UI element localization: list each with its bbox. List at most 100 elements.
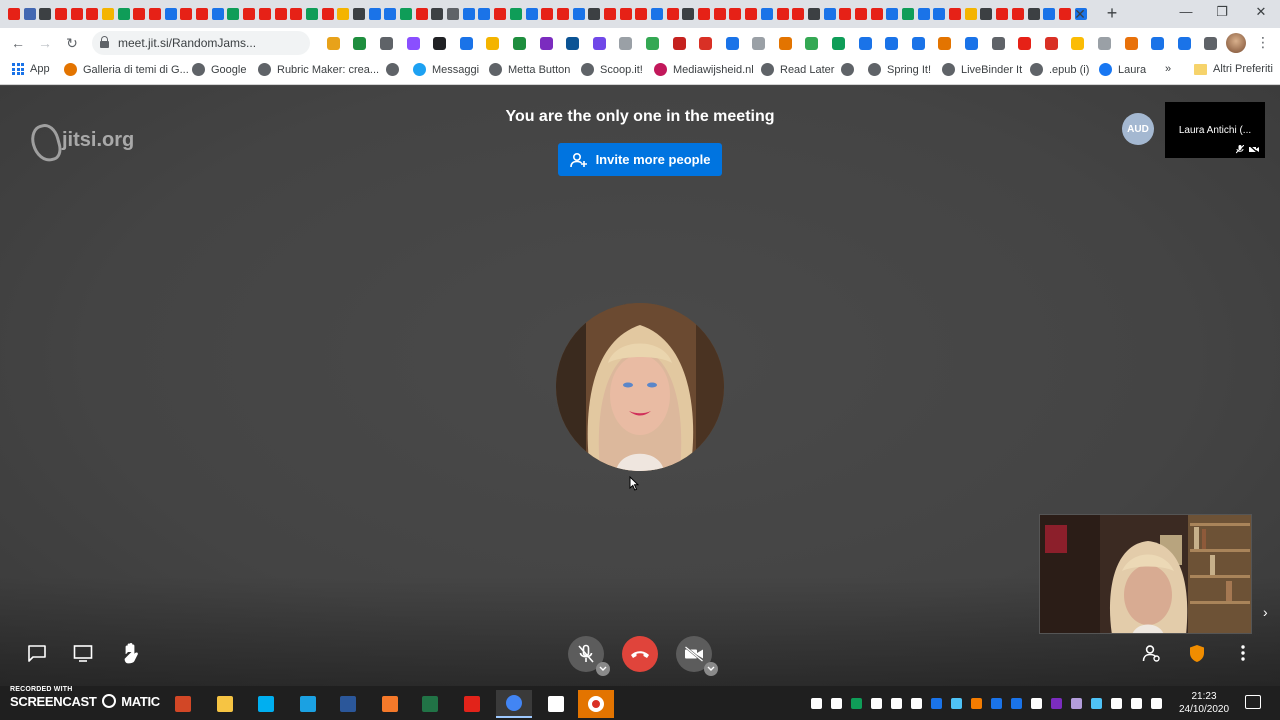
tray-icon[interactable] [1106, 695, 1126, 711]
excel-icon[interactable] [412, 690, 448, 718]
raise-hand-button[interactable] [116, 638, 146, 668]
bookmark-item[interactable]: Mediawijsheid.nl [654, 63, 754, 76]
extension-icon[interactable] [719, 34, 746, 52]
tab-favicon-icon[interactable] [53, 6, 69, 22]
extension-icon[interactable] [533, 34, 560, 52]
extension-icon[interactable] [1011, 34, 1038, 52]
extension-icon[interactable] [1171, 34, 1198, 52]
bookmark-item[interactable]: .epub (i) [1030, 63, 1089, 76]
forward-icon[interactable]: → [36, 34, 54, 52]
tab-favicon-icon[interactable] [869, 6, 885, 22]
tab-favicon-icon[interactable] [571, 6, 587, 22]
extension-icon[interactable] [1118, 34, 1145, 52]
tray-icon[interactable] [986, 695, 1006, 711]
extension-icon[interactable] [1091, 34, 1118, 52]
bookmark-item[interactable]: Rubric Maker: crea... [258, 63, 379, 76]
tab-favicon-icon[interactable] [22, 6, 38, 22]
tab-favicon-icon[interactable] [288, 6, 304, 22]
extension-icon[interactable] [613, 34, 640, 52]
tab-favicon-icon[interactable] [775, 6, 791, 22]
tray-icon[interactable] [966, 695, 986, 711]
tab-favicon-icon[interactable] [696, 6, 712, 22]
tab-favicon-icon[interactable] [6, 6, 22, 22]
tab-favicon-icon[interactable] [712, 6, 728, 22]
tab-favicon-icon[interactable] [241, 6, 257, 22]
tab-favicon-icon[interactable] [335, 6, 351, 22]
chrome-menu-icon[interactable]: ⋮ [1256, 34, 1270, 51]
minimize-icon[interactable]: — [1176, 4, 1196, 19]
tab-favicon-icon[interactable] [963, 6, 979, 22]
window-close-icon[interactable]: ✕ [1251, 4, 1271, 20]
bookmark-item[interactable] [841, 63, 854, 76]
extension-icon[interactable] [1198, 34, 1225, 52]
extension-icon[interactable] [1065, 34, 1092, 52]
acrobat-icon[interactable] [454, 690, 490, 718]
tab-favicon-icon[interactable] [602, 6, 618, 22]
powerpoint-icon[interactable] [165, 690, 201, 718]
taskbar-clock[interactable]: 21:23 24/10/2020 [1172, 690, 1236, 716]
tab-favicon-icon[interactable] [132, 6, 148, 22]
bookmark-item[interactable]: App [12, 63, 50, 75]
tab-favicon-icon[interactable] [116, 6, 132, 22]
jitsi-logo[interactable]: jitsi.org [30, 120, 134, 160]
address-bar[interactable]: meet.jit.si/RandomJams... ☆ [92, 31, 392, 55]
tab-favicon-icon[interactable] [320, 6, 336, 22]
tab-favicon-icon[interactable] [304, 6, 320, 22]
other-bookmarks-folder[interactable]: Altri Preferiti [1194, 63, 1273, 75]
file-explorer-icon[interactable] [207, 690, 243, 718]
extension-icon[interactable] [1038, 34, 1065, 52]
close-tab-icon[interactable]: ✕ [1070, 4, 1090, 24]
tray-icon[interactable] [1046, 695, 1066, 711]
camera-toggle-button[interactable] [676, 636, 718, 676]
notepad-icon[interactable] [538, 690, 574, 718]
extension-icon[interactable] [985, 34, 1012, 52]
tab-favicon-icon[interactable] [100, 6, 116, 22]
tab-favicon-icon[interactable] [84, 6, 100, 22]
tray-icon[interactable] [1066, 695, 1086, 711]
bookmark-item[interactable]: Scoop.it! [581, 63, 643, 76]
internet-explorer-icon[interactable] [290, 690, 326, 718]
tab-favicon-icon[interactable] [430, 6, 446, 22]
tray-icon[interactable] [846, 695, 866, 711]
extension-icon[interactable] [559, 34, 586, 52]
chevron-down-icon[interactable] [596, 662, 610, 676]
local-video-thumbnail[interactable] [1039, 514, 1252, 634]
bookmark-item[interactable]: Google [192, 63, 246, 76]
extension-icon[interactable] [746, 34, 773, 52]
tab-favicon-icon[interactable] [1010, 6, 1026, 22]
tab-favicon-icon[interactable] [477, 6, 493, 22]
tab-favicon-icon[interactable] [979, 6, 995, 22]
blender-icon[interactable] [372, 690, 408, 718]
extension-icon[interactable] [1144, 34, 1171, 52]
chrome-icon[interactable] [496, 690, 532, 718]
tray-icon[interactable] [1146, 695, 1166, 711]
extension-icon[interactable] [825, 34, 852, 52]
tab-favicon-icon[interactable] [1026, 6, 1042, 22]
tray-icon[interactable] [826, 695, 846, 711]
tab-favicon-icon[interactable] [508, 6, 524, 22]
extension-icon[interactable] [506, 34, 533, 52]
extension-icon[interactable] [453, 34, 480, 52]
chat-button[interactable] [22, 638, 52, 668]
bookmark-item[interactable] [386, 63, 399, 76]
tab-favicon-icon[interactable] [649, 6, 665, 22]
tab-favicon-icon[interactable] [900, 6, 916, 22]
tab-favicon-icon[interactable] [273, 6, 289, 22]
tray-icon[interactable] [886, 695, 906, 711]
tab-favicon-icon[interactable] [586, 6, 602, 22]
bookmark-item[interactable]: Messaggi [413, 63, 479, 76]
tab-favicon-icon[interactable] [147, 6, 163, 22]
tab-favicon-icon[interactable] [539, 6, 555, 22]
bookmark-item[interactable]: LiveBinder It [942, 63, 1022, 76]
tab-favicon-icon[interactable] [37, 6, 53, 22]
maximize-icon[interactable]: ❐ [1212, 4, 1232, 20]
audio-only-badge[interactable]: AUD [1122, 113, 1154, 145]
share-screen-button[interactable] [68, 638, 98, 668]
action-center-icon[interactable] [1245, 695, 1261, 709]
tab-favicon-icon[interactable] [179, 6, 195, 22]
tab-favicon-icon[interactable] [398, 6, 414, 22]
tray-icon[interactable] [906, 695, 926, 711]
tab-favicon-icon[interactable] [837, 6, 853, 22]
tray-icon[interactable] [1026, 695, 1046, 711]
tab-favicon-icon[interactable] [445, 6, 461, 22]
